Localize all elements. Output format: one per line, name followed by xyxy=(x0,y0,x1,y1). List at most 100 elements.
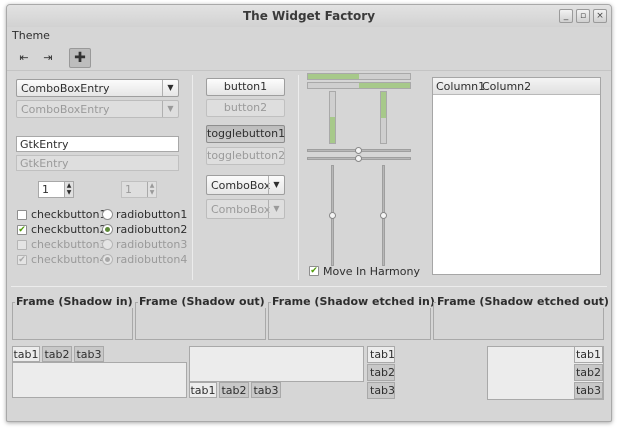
progress-bar-horizontal-1 xyxy=(307,73,411,80)
move-in-harmony-label[interactable]: Move In Harmony xyxy=(323,265,420,278)
combobox-text: ComboBox xyxy=(211,179,271,192)
checkbutton1-label[interactable]: checkbutton1 xyxy=(31,208,107,221)
frame-shadow-etched-out-label: Frame (Shadow etched out) xyxy=(436,295,610,308)
spin-arrows-icon[interactable]: ▲ ▼ xyxy=(64,182,73,197)
radiobutton4-label: radiobutton4 xyxy=(116,253,188,266)
tab1[interactable]: tab1 xyxy=(574,346,603,363)
scale-slider-handle[interactable] xyxy=(380,212,387,219)
go-last-button[interactable]: ⇥ xyxy=(37,48,59,68)
radiobutton3-label: radiobutton3 xyxy=(116,238,188,251)
togglebutton2: togglebutton2 xyxy=(206,147,285,165)
tab2[interactable]: tab2 xyxy=(42,346,72,362)
combobox-entry[interactable]: ComboBoxEntry ▼ xyxy=(16,79,179,97)
tab1[interactable]: tab1 xyxy=(189,382,217,398)
toolbar: ⇤ ⇥ ✚ xyxy=(7,45,611,71)
scale-vertical-2[interactable] xyxy=(380,165,387,266)
scale-vertical-1[interactable] xyxy=(329,165,336,266)
combobox[interactable]: ComboBox ▼ xyxy=(206,175,285,195)
checkbutton4-box: ✔ xyxy=(17,255,27,265)
combobox-entry-text: ComboBoxEntry xyxy=(21,82,110,95)
spin-button-disabled: 1 ▲ ▼ xyxy=(121,181,157,198)
window-title: The Widget Factory xyxy=(242,9,376,23)
spin-button[interactable]: 1 ▲ ▼ xyxy=(38,181,74,198)
checkbutton3-label: checkbutton3 xyxy=(31,238,107,251)
maximize-button[interactable]: ▫ xyxy=(576,9,590,23)
tab1[interactable]: tab1 xyxy=(12,346,40,362)
tree-view[interactable]: Column1 Column2 xyxy=(432,77,601,275)
tab3[interactable]: tab3 xyxy=(574,382,603,399)
go-first-button[interactable]: ⇤ xyxy=(13,48,35,68)
menubar: Theme xyxy=(7,27,611,45)
chevron-down-icon[interactable]: ▼ xyxy=(162,80,178,96)
add-button[interactable]: ✚ xyxy=(69,48,91,68)
notebook-tabs-top: tab1 tab2 tab3 xyxy=(12,346,187,400)
scale-slider-handle[interactable] xyxy=(355,147,362,154)
frame-shadow-out-label: Frame (Shadow out) xyxy=(138,295,266,308)
progress-fill xyxy=(381,92,386,118)
column2-header[interactable]: Column2 xyxy=(482,80,531,93)
tab3[interactable]: tab3 xyxy=(251,382,281,398)
notebook-page xyxy=(189,346,364,382)
close-button[interactable]: × xyxy=(593,9,607,23)
vertical-separator xyxy=(298,75,299,280)
progress-fill xyxy=(359,83,410,88)
chevron-down-icon: ▼ xyxy=(268,200,284,218)
combobox-entry-disabled-text: ComboBoxEntry xyxy=(21,103,110,116)
tab1[interactable]: tab1 xyxy=(367,346,395,363)
progress-bar-vertical-1 xyxy=(329,91,336,144)
go-first-icon: ⇤ xyxy=(19,51,29,64)
move-in-harmony-checkbox[interactable]: ✔ xyxy=(309,266,319,276)
go-last-icon: ⇥ xyxy=(43,51,53,64)
spin-arrows-icon: ▲ ▼ xyxy=(147,182,156,197)
notebook-tabs-left: tab1 tab2 tab3 xyxy=(367,346,484,400)
button2: button2 xyxy=(206,99,285,117)
frame-shadow-in-label: Frame (Shadow in) xyxy=(15,295,134,308)
tab2[interactable]: tab2 xyxy=(367,364,395,381)
column1-header[interactable]: Column1 xyxy=(436,80,485,93)
tab3[interactable]: tab3 xyxy=(74,346,104,362)
scale-slider-handle[interactable] xyxy=(329,212,336,219)
frame-shadow-in: Frame (Shadow in) xyxy=(12,295,134,340)
tab2[interactable]: tab2 xyxy=(574,364,603,381)
frame-shadow-etched-in-label: Frame (Shadow etched in) xyxy=(271,295,436,308)
combobox-disabled-text: ComboBox xyxy=(211,203,271,216)
notebook-tabs-right: tab1 tab2 tab3 xyxy=(487,346,604,400)
checkbutton1-box[interactable] xyxy=(17,210,27,220)
checkbutton3-box xyxy=(17,240,27,250)
vertical-separator xyxy=(192,75,193,280)
gtk-entry-disabled-text: GtkEntry xyxy=(20,157,69,170)
notebook-page xyxy=(12,362,187,398)
checkbutton2-label[interactable]: checkbutton2 xyxy=(31,223,107,236)
widget-factory-window: The Widget Factory _ ▫ × Theme ⇤ ⇥ ✚ Com… xyxy=(6,4,612,422)
menu-theme[interactable]: Theme xyxy=(12,29,50,42)
frame-shadow-etched-out: Frame (Shadow etched out) xyxy=(433,295,610,340)
progress-fill xyxy=(308,74,359,79)
scale-horizontal-1[interactable] xyxy=(307,147,411,154)
gtk-entry-text: GtkEntry xyxy=(20,138,69,151)
combobox-entry-disabled: ComboBoxEntry ▼ xyxy=(16,100,179,118)
combobox-disabled: ComboBox ▼ xyxy=(206,199,285,219)
radiobutton1-label[interactable]: radiobutton1 xyxy=(116,208,187,221)
notebook-tabs-bottom: tab1 tab2 tab3 xyxy=(189,346,364,402)
minimize-button[interactable]: _ xyxy=(559,9,573,23)
chevron-down-icon[interactable]: ▼ xyxy=(268,176,284,194)
radiobutton2-label[interactable]: radiobutton2 xyxy=(116,223,187,236)
scale-horizontal-2[interactable] xyxy=(307,155,411,162)
titlebar[interactable]: The Widget Factory _ ▫ × xyxy=(7,5,611,27)
radiobutton3-circle xyxy=(102,239,113,250)
checkbutton2-box[interactable]: ✔ xyxy=(17,225,27,235)
tab2[interactable]: tab2 xyxy=(219,382,249,398)
radiobutton1-circle[interactable] xyxy=(102,209,113,220)
spin-value-disabled: 1 xyxy=(125,183,132,196)
radiobutton2-circle[interactable] xyxy=(102,224,113,235)
button1[interactable]: button1 xyxy=(206,78,285,96)
frame-shadow-out: Frame (Shadow out) xyxy=(135,295,266,340)
checkbutton4-label: checkbutton4 xyxy=(31,253,107,266)
gtk-entry[interactable]: GtkEntry xyxy=(16,136,179,152)
progress-fill xyxy=(330,117,335,143)
togglebutton1[interactable]: togglebutton1 xyxy=(206,125,285,143)
add-icon: ✚ xyxy=(74,50,86,66)
scale-slider-handle[interactable] xyxy=(355,155,362,162)
tab3[interactable]: tab3 xyxy=(367,382,395,399)
progress-bar-vertical-2 xyxy=(380,91,387,144)
